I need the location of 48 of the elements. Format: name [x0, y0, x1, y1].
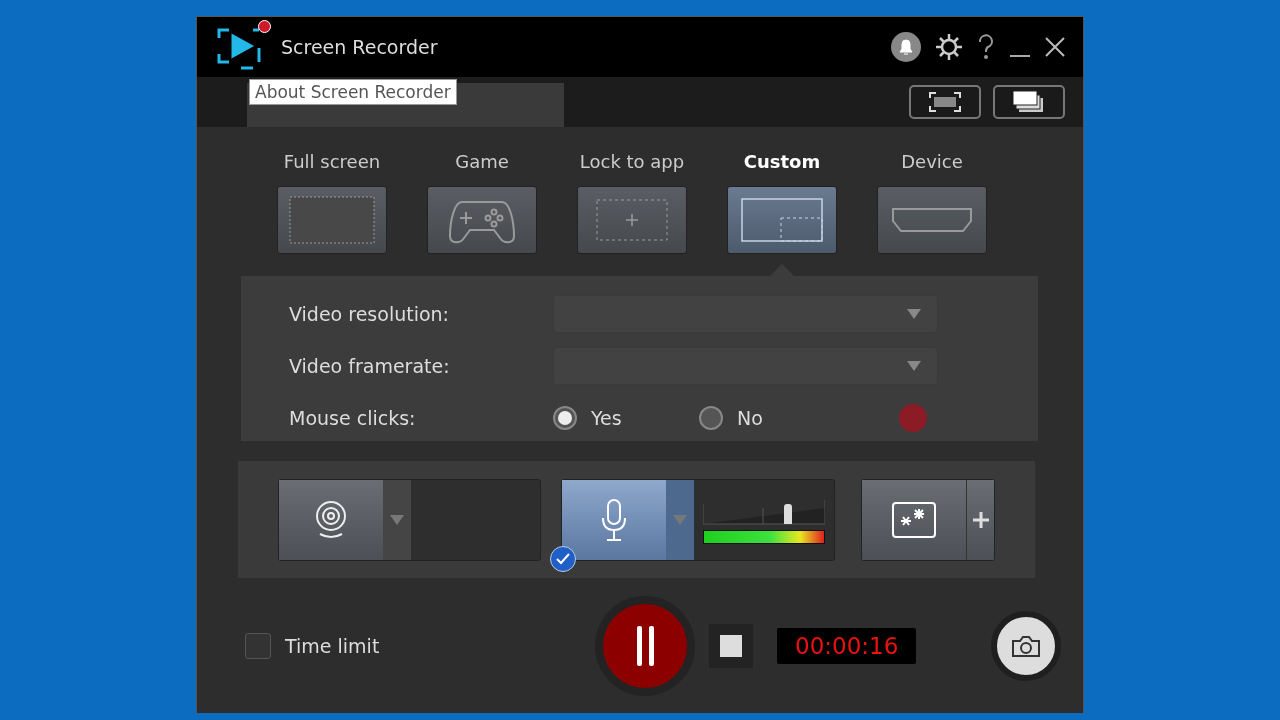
elapsed-timer: 00:00:16 [777, 627, 917, 664]
mode-button[interactable] [427, 186, 537, 254]
radio-option[interactable]: Yes [553, 406, 699, 430]
hdmi-port-icon [891, 207, 973, 233]
microphone-button[interactable] [562, 479, 666, 560]
microphone-icon [600, 497, 628, 542]
stacked-windows-icon [1013, 90, 1045, 114]
effects-icon [891, 500, 937, 539]
notification-icon[interactable] [891, 32, 921, 62]
tooltip: About Screen Recorder [249, 79, 457, 105]
checkbox-label: Time limit [285, 634, 380, 657]
mode-label: Game [455, 151, 509, 172]
caret-icon [907, 309, 921, 319]
field-label: Mouse clicks: [289, 407, 417, 429]
click-color-swatch[interactable] [899, 404, 927, 432]
mode-label: Custom [743, 151, 821, 172]
window-title: Screen Recorder [281, 36, 439, 58]
caret-icon [907, 361, 921, 371]
app-region-icon [595, 198, 669, 242]
fullscreen-icon [288, 195, 376, 245]
stop-button[interactable] [709, 623, 753, 668]
caret-icon [673, 514, 687, 525]
caret-icon [390, 514, 404, 525]
windows-view-button[interactable] [993, 85, 1065, 119]
checkbox[interactable] [245, 632, 271, 659]
mode-label: Device [901, 151, 963, 172]
field-label: Video framerate: [289, 355, 451, 377]
mode-button[interactable] [577, 186, 687, 254]
add-button[interactable] [966, 479, 994, 560]
settings-icon[interactable] [935, 33, 963, 61]
mode-label: Full screen [283, 151, 381, 172]
region-view-button[interactable] [909, 85, 981, 119]
slider-thumb[interactable] [784, 503, 793, 524]
help-icon[interactable] [977, 34, 995, 60]
close-icon[interactable] [1045, 37, 1065, 57]
webcam-icon [314, 499, 348, 540]
effects-button[interactable] [862, 479, 966, 560]
custom-region-icon [741, 198, 823, 242]
stop-icon [720, 634, 742, 657]
field-label: Video resolution: [289, 303, 450, 325]
mode-button[interactable] [877, 186, 987, 254]
camera-icon [1011, 633, 1041, 658]
radio-option[interactable]: No [699, 406, 845, 430]
mode-button[interactable] [727, 186, 837, 254]
mode-label: Lock to app [579, 151, 685, 172]
webcam-button[interactable] [279, 479, 383, 560]
plus-icon [972, 511, 989, 528]
region-capture-icon [929, 92, 961, 112]
